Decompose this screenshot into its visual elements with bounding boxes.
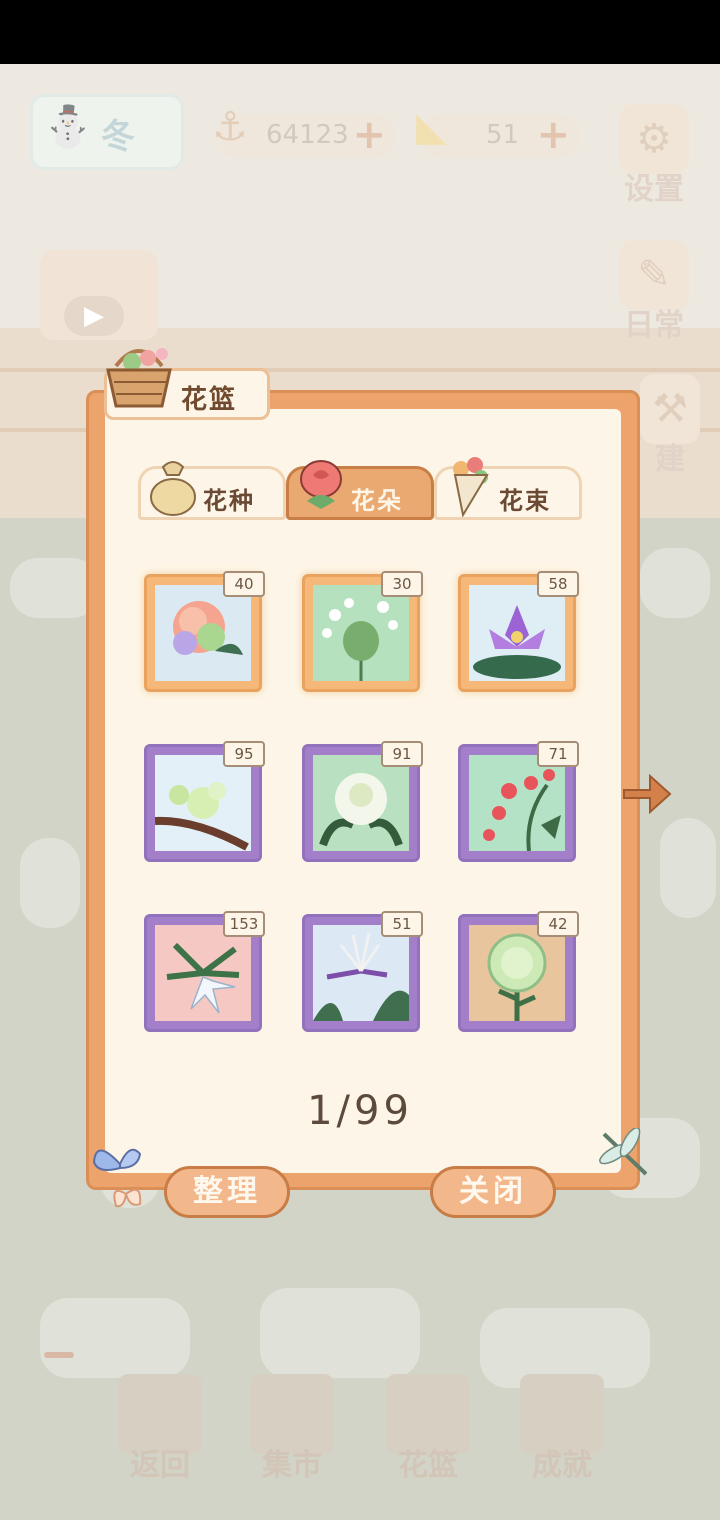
- flower-count: 91: [381, 741, 423, 767]
- bird-of-paradise-flower-icon: [313, 932, 409, 1021]
- magnolia-flower-icon: [155, 782, 249, 851]
- flower-card-white-peony[interactable]: 91: [302, 741, 423, 862]
- flower-card-magnolia[interactable]: 95: [144, 741, 265, 862]
- flower-image: [469, 925, 565, 1021]
- nav-basket-label: 花篮: [398, 1448, 458, 1483]
- flower-basket-icon: [106, 348, 172, 408]
- flower-card-peony[interactable]: 40: [144, 571, 265, 692]
- nav-achievement-label: 成就: [532, 1448, 592, 1483]
- flower-count: 42: [537, 911, 579, 937]
- tab-seeds-label: 花种: [203, 487, 255, 515]
- flower-grid: 40 30 58 95 91 71 153 51 42: [144, 571, 584, 1034]
- chrysanthemum-flower-icon: [487, 933, 547, 1021]
- white-star-flower-icon: [166, 942, 240, 1014]
- close-button[interactable]: 关闭: [430, 1166, 556, 1218]
- tab-flowers[interactable]: 花朵: [286, 460, 434, 520]
- flower-count: 71: [537, 741, 579, 767]
- flower-image: [313, 925, 409, 1021]
- red-blossom-flower-icon: [483, 769, 561, 851]
- bouquet-icon: [453, 457, 489, 517]
- flower-card-bird-of-paradise[interactable]: 51: [302, 911, 423, 1032]
- flower-image: [313, 585, 409, 681]
- nav-back-label: 返回: [130, 1448, 190, 1483]
- water-lily-flower-icon: [473, 605, 561, 679]
- tab-seeds[interactable]: 花种: [138, 461, 286, 520]
- flower-image: [155, 925, 251, 1021]
- nav-basket[interactable]: 花篮: [380, 1374, 476, 1484]
- peony-flower-icon: [173, 601, 243, 655]
- bottom-nav: 返回 集市 花篮 成就: [0, 1374, 720, 1504]
- flower-count: 40: [223, 571, 265, 597]
- flower-count: 30: [381, 571, 423, 597]
- flower-card-water-lily[interactable]: 58: [458, 571, 579, 692]
- tab-flowers-label: 花朵: [351, 487, 403, 515]
- flower-card-white-cluster[interactable]: 30: [302, 571, 423, 692]
- arrange-button[interactable]: 整理: [164, 1166, 290, 1218]
- nav-achievement[interactable]: 成就: [514, 1374, 610, 1484]
- seed-bag-icon: [150, 461, 196, 516]
- dragonfly-icon: [599, 1128, 648, 1176]
- page-indicator: 1/99: [307, 1088, 413, 1134]
- dialog-title: 花篮: [181, 385, 238, 415]
- rose-icon: [300, 460, 342, 509]
- nav-back[interactable]: 返回: [112, 1374, 208, 1484]
- status-bar: [0, 0, 720, 64]
- flower-card-white-star[interactable]: 153: [144, 911, 265, 1032]
- flower-card-red-blossom[interactable]: 71: [458, 741, 579, 862]
- flower-image: [155, 585, 251, 681]
- nav-handle: [44, 1352, 74, 1358]
- flower-count: 153: [223, 911, 265, 937]
- tab-bouquets[interactable]: 花束: [434, 457, 582, 520]
- white-peony-flower-icon: [319, 773, 403, 847]
- next-page-arrow-icon[interactable]: [620, 770, 672, 818]
- flower-count: 51: [381, 911, 423, 937]
- nav-market[interactable]: 集市: [244, 1374, 340, 1484]
- nav-market-label: 集市: [262, 1448, 322, 1483]
- butterfly-icon: [92, 1148, 142, 1208]
- flower-count: 95: [223, 741, 265, 767]
- white-cluster-flower-icon: [322, 598, 398, 681]
- flower-count: 58: [537, 571, 579, 597]
- tab-bouquets-label: 花束: [499, 487, 551, 515]
- flower-image: [313, 755, 409, 851]
- flower-image: [469, 585, 565, 681]
- flower-card-chrysanthemum[interactable]: 42: [458, 911, 579, 1032]
- flower-image: [469, 755, 565, 851]
- flower-image: [155, 755, 251, 851]
- category-tabs: 花种 花朵 花束: [138, 457, 582, 520]
